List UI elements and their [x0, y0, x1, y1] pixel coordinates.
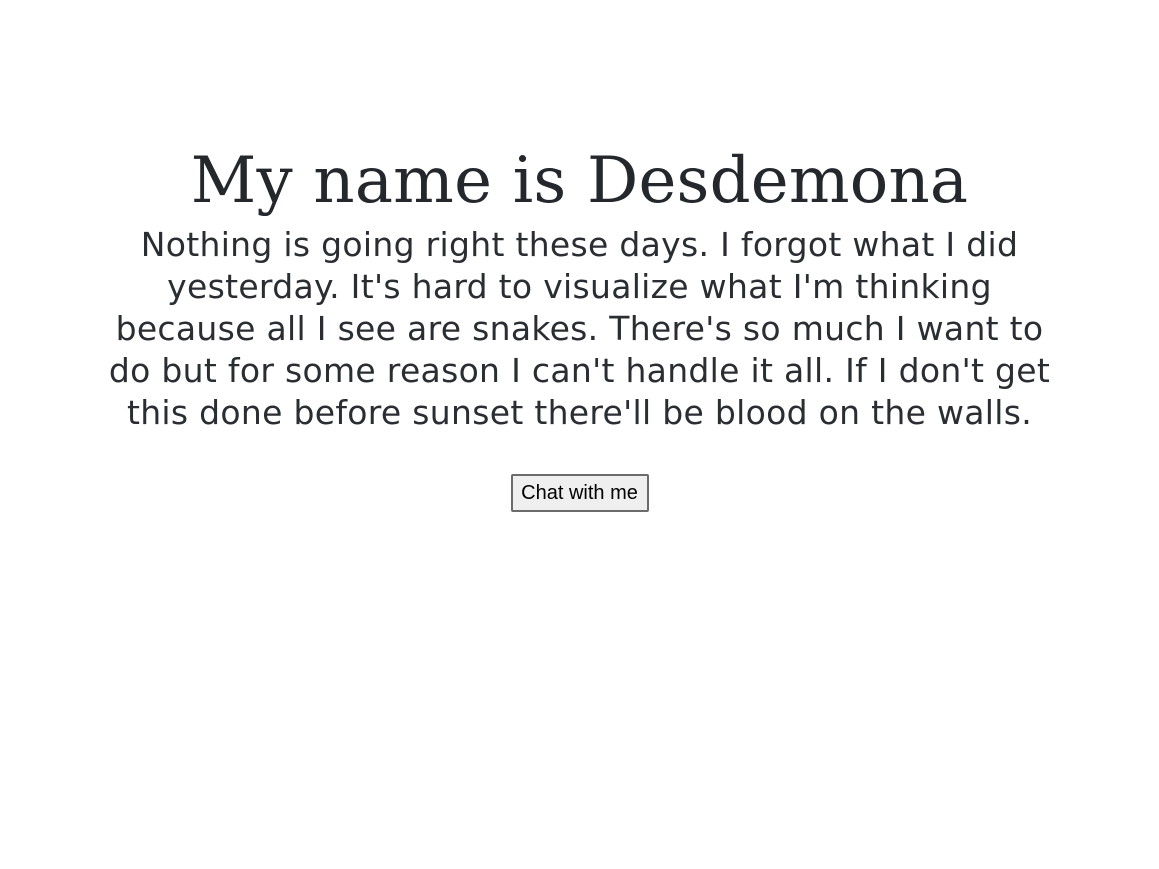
- intro-message: Nothing is going right these days. I for…: [108, 225, 1051, 432]
- page: My name is Desdemona Nothing is going ri…: [0, 0, 1159, 869]
- page-title: My name is Desdemona: [190, 144, 969, 218]
- intro-section: My name is Desdemona Nothing is going ri…: [0, 140, 1159, 512]
- chat-button[interactable]: Chat with me: [510, 474, 649, 512]
